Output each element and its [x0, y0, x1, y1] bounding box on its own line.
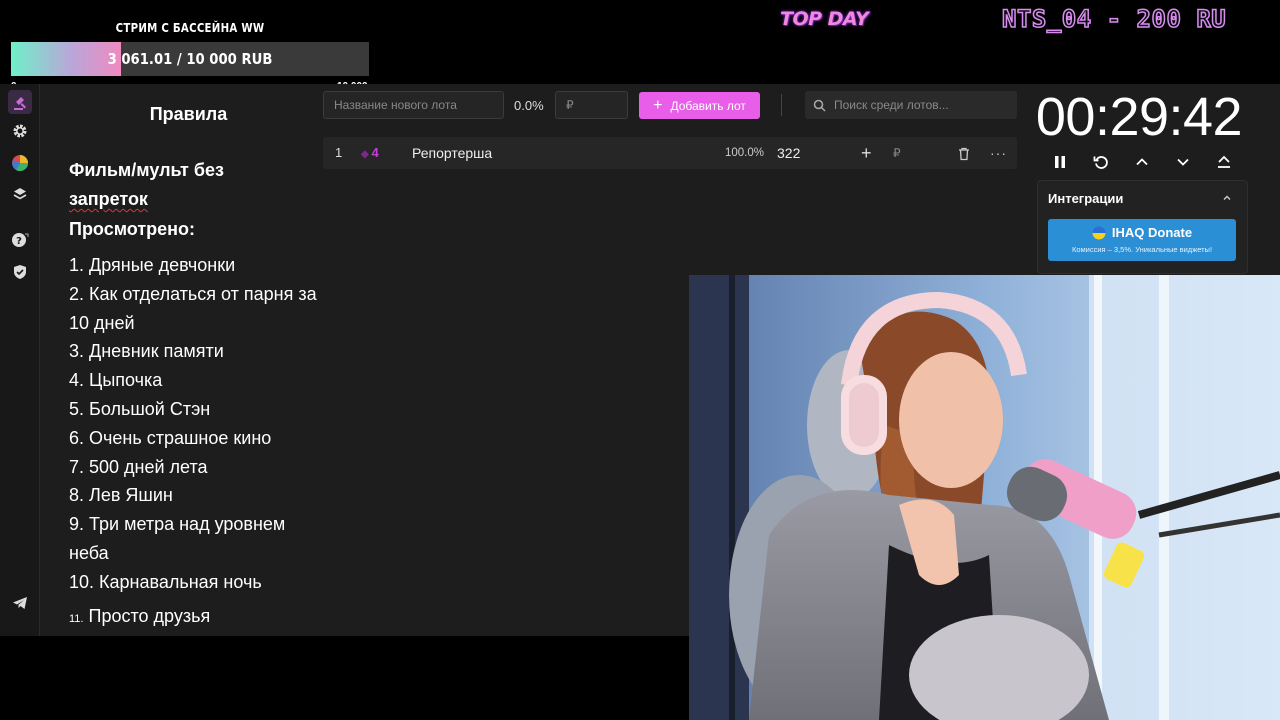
rules-title: Правила: [149, 104, 228, 124]
watched-list: 1. Дряные девчонки 2. Как отделаться от …: [69, 251, 329, 597]
integrations-panel: Интеграции IHAQ Donate Комиссия – 3,5%. …: [1037, 180, 1248, 274]
lot-amount: 322: [777, 145, 801, 161]
webcam-feed: [689, 275, 1280, 720]
shield-check-icon[interactable]: [8, 260, 32, 284]
lot-add-icon[interactable]: +: [861, 137, 872, 169]
lot-row[interactable]: 1 ◆ 4 Репортерша 100.0% 322 + ₽ ···: [323, 137, 1017, 169]
donate-subtitle: Комиссия – 3,5%. Уникальные виджеты!: [1071, 245, 1213, 254]
lot-currency-input[interactable]: ₽: [893, 137, 901, 169]
help-icon[interactable]: ?: [8, 228, 32, 252]
auction-timer: 00:29:42: [1035, 87, 1243, 147]
auction-hammer-icon[interactable]: [8, 90, 32, 114]
rules-heading-line2: запреток: [69, 189, 148, 209]
rules-heading-line1: Фильм/мульт без: [69, 160, 224, 180]
goal-progress-text: 3 061.01 / 10 000 RUB: [107, 50, 273, 68]
search-icon: [813, 99, 826, 112]
search-placeholder: Поиск среди лотов...: [834, 98, 949, 112]
lot-badge: ◆ 4: [361, 137, 379, 171]
timer-controls: [1044, 150, 1240, 174]
add-lot-button[interactable]: + Добавить лот: [639, 92, 760, 119]
watched-item: 8. Лев Яшин: [69, 485, 173, 506]
watched-item: 7. 500 дней лета: [69, 456, 208, 477]
add-lot-label: Добавить лот: [670, 98, 746, 113]
gear-icon[interactable]: [8, 119, 32, 143]
watched-item-number: 11.: [69, 613, 84, 625]
lot-badge-icon: ◆: [361, 149, 372, 160]
watched-item-text: Просто друзья: [88, 606, 211, 626]
reset-icon[interactable]: [1089, 150, 1113, 174]
lot-name-input[interactable]: Название нового лота: [323, 91, 504, 119]
watched-item: 10. Карнавальная ночь: [69, 571, 262, 592]
lot-badge-count: 4: [371, 145, 379, 160]
rules-panel: Правила Фильм/мульт без запреток Просмот…: [41, 84, 321, 636]
watched-item: 1. Дряные девчонки: [69, 255, 236, 275]
telegram-icon[interactable]: [8, 591, 32, 615]
lot-index: 1: [335, 145, 343, 160]
donate-name-row: IHAQ Donate: [1048, 225, 1236, 240]
watched-item-extra: 11. Просто друзья: [69, 606, 210, 627]
webcam-image: [689, 275, 1280, 720]
donate-name: IHAQ Donate: [1111, 225, 1193, 240]
donation-ticker: NTS_04 - 200 RU: [1001, 4, 1227, 34]
rules-heading: Фильм/мульт без запреток: [69, 156, 269, 214]
goal-title: СТРИМ С БАССЕЙНА WW: [115, 21, 265, 35]
chevron-up-icon[interactable]: [1221, 191, 1237, 207]
chevron-down-icon[interactable]: [1171, 150, 1195, 174]
double-chevron-up-icon[interactable]: [1212, 150, 1236, 174]
more-options-icon[interactable]: ···: [990, 137, 1007, 169]
ukraine-flag-icon: [1092, 226, 1106, 239]
lot-search-input[interactable]: Поиск среди лотов...: [805, 91, 1017, 119]
lot-percent-value: 0.0%: [514, 98, 544, 113]
watched-item: 3. Дневник памяти: [69, 341, 224, 362]
watched-item: 2. Как отделаться от парня за 10 дней: [69, 283, 317, 333]
ihaq-donate-button[interactable]: IHAQ Donate Комиссия – 3,5%. Уникальные …: [1048, 219, 1236, 261]
trash-icon[interactable]: [957, 137, 971, 169]
chevron-up-icon[interactable]: [1130, 150, 1154, 174]
svg-text:?: ?: [16, 236, 22, 247]
watched-item: 4. Цыпочка: [69, 370, 163, 391]
watched-item: 9. Три метра над уровнем неба: [69, 514, 286, 563]
rules-subheading: Просмотрено:: [69, 219, 196, 239]
watched-item: 5. Большой Стэн: [69, 398, 211, 419]
plus-icon: +: [653, 96, 663, 114]
sidebar-rail: ?: [0, 84, 40, 636]
pause-icon[interactable]: [1048, 150, 1072, 174]
top-day-label: TOP DAY: [780, 8, 869, 30]
lot-amount-input[interactable]: ₽: [555, 91, 628, 119]
toolbar-divider: [781, 94, 782, 116]
layers-icon[interactable]: [8, 182, 32, 206]
watched-item: 6. Очень страшное кино: [69, 427, 272, 448]
goal-progress-bar: 3 061.01 / 10 000 RUB: [11, 42, 369, 76]
lot-percent: 100.0%: [725, 147, 765, 159]
donation-goal-widget: СТРИМ С БАССЕЙНА WW 3 061.01 / 10 000 RU…: [0, 0, 380, 96]
integrations-title: Интеграции: [1048, 191, 1124, 206]
pie-chart-icon[interactable]: [8, 151, 32, 175]
lot-name[interactable]: Репортерша: [412, 137, 492, 169]
